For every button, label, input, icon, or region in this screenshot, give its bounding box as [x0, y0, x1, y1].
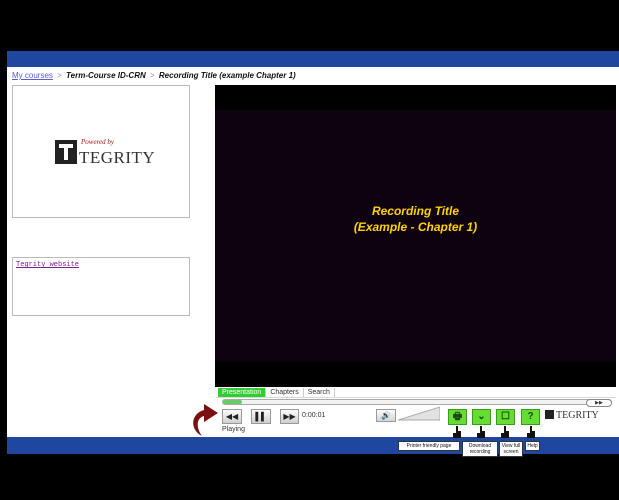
- volume-wedge: [398, 406, 440, 421]
- tegrity-website-link[interactable]: Tegrity website: [16, 261, 79, 269]
- tegrity-wordmark: TEGRITY: [79, 148, 156, 167]
- tabs-divider: [216, 397, 616, 398]
- volume-slider[interactable]: [398, 406, 440, 421]
- pause-button[interactable]: ▌▌: [251, 409, 271, 424]
- links-panel: Tegrity website: [12, 257, 190, 316]
- progress-fill: [223, 400, 243, 404]
- tegrity-logo: Powered by TEGRITY: [55, 138, 165, 172]
- tegrity-mark-icon: [545, 410, 554, 419]
- breadcrumb-my-courses[interactable]: My courses: [12, 71, 53, 80]
- recording-title-line1: Recording Title: [371, 204, 460, 218]
- help-button[interactable]: ?: [521, 409, 540, 425]
- breadcrumb: My courses > Term-Course ID-CRN > Record…: [12, 71, 296, 80]
- tegrity-logo-icon: [55, 140, 77, 164]
- progress-bar[interactable]: [222, 399, 612, 405]
- tooltip-help: Help: [525, 441, 540, 451]
- breadcrumb-separator: >: [57, 71, 62, 80]
- fast-forward-button[interactable]: ▶▶: [280, 409, 299, 424]
- volume-icon[interactable]: 🔊: [376, 409, 396, 422]
- tooltip-print: Printer friendly page: [398, 441, 460, 451]
- breadcrumb-course[interactable]: Term-Course ID-CRN: [66, 71, 146, 80]
- curved-arrow-icon: [193, 404, 218, 436]
- tegrity-brand: TEGRITY: [545, 410, 599, 421]
- rewind-button[interactable]: ◀◀: [222, 409, 242, 424]
- logo-panel: Powered by TEGRITY: [12, 85, 190, 218]
- download-button[interactable]: ⌄: [472, 409, 491, 425]
- top-letterbox: [0, 0, 619, 51]
- tegrity-brand-text: TEGRITY: [556, 410, 599, 421]
- pointer-hand-icon: [527, 426, 535, 438]
- print-button[interactable]: 🖶: [448, 409, 467, 425]
- recording-title: Recording Title (Example - Chapter 1): [215, 203, 616, 235]
- pointer-hand-icon: [477, 426, 485, 438]
- pointer-hand-icon: [501, 426, 509, 438]
- bottom-letterbox: [0, 454, 619, 500]
- video-frame: Recording Title (Example - Chapter 1): [215, 110, 616, 361]
- breadcrumb-recording: Recording Title (example Chapter 1): [158, 71, 296, 80]
- powered-by-text: Powered by: [81, 138, 114, 146]
- breadcrumb-separator: >: [150, 71, 155, 80]
- recording-title-line2: (Example - Chapter 1): [353, 220, 478, 234]
- video-player[interactable]: Recording Title (Example - Chapter 1): [215, 85, 616, 387]
- elapsed-time: 0:00:01: [302, 412, 326, 419]
- pointer-hand-icon: [453, 426, 461, 438]
- header-bar: [7, 51, 619, 67]
- tooltip-download: Download recording: [462, 441, 498, 457]
- tooltip-full-screen: View full screen: [499, 441, 523, 457]
- playback-status: Playing: [222, 426, 245, 433]
- speed-button[interactable]: ▶▶: [586, 399, 612, 407]
- fullscreen-button[interactable]: ☐: [496, 409, 515, 425]
